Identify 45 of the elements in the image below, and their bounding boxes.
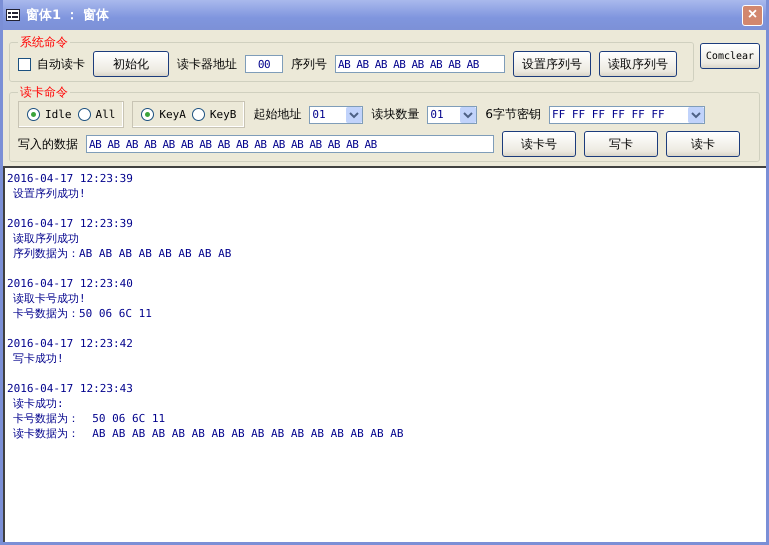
- log-timestamp: 2016-04-17 12:23:40: [7, 276, 134, 291]
- card-button[interactable]: 写卡: [584, 131, 658, 157]
- group-legend: 系统命令: [18, 34, 70, 51]
- log-message: 设置序列成功!: [12, 186, 87, 201]
- card-button[interactable]: 读卡: [666, 131, 740, 157]
- address-label: 读卡器地址: [177, 56, 237, 72]
- key-label: 6字节密钥: [485, 106, 542, 123]
- log-message: 序列数据为：AB AB AB AB AB AB AB AB: [12, 246, 232, 261]
- log-message: 读取卡号成功!: [12, 291, 87, 306]
- address-field[interactable]: 00: [245, 55, 283, 73]
- start-address-label: 起始地址: [253, 106, 302, 123]
- comclear-button[interactable]: Comclear: [700, 43, 760, 69]
- serial-field[interactable]: AB AB AB AB AB AB AB AB: [335, 55, 505, 73]
- auto-read-checkbox[interactable]: 自动读卡: [18, 56, 85, 72]
- chevron-down-icon[interactable]: [346, 106, 362, 122]
- chevron-down-icon[interactable]: [688, 106, 704, 122]
- log-timestamp: 2016-04-17 12:23:43: [7, 381, 134, 396]
- key-dropdown[interactable]: FF FF FF FF FF FF: [549, 106, 706, 124]
- write-data-field[interactable]: AB AB AB AB AB AB AB AB AB AB AB AB AB AB AB AB: [86, 135, 494, 153]
- log-message: 读卡成功:: [12, 396, 65, 411]
- log-message: 卡号数据为： 50 06 6C 11: [12, 411, 166, 426]
- card-button[interactable]: 读卡号: [502, 131, 576, 157]
- serial-button[interactable]: 设置序列号: [513, 51, 591, 77]
- key-radio[interactable]: KeyA: [141, 108, 186, 121]
- mode-radio[interactable]: All: [78, 108, 116, 121]
- form-icon: [6, 9, 20, 21]
- serial-button[interactable]: 读取序列号: [599, 51, 677, 77]
- serial-label: 序列号: [291, 56, 327, 72]
- log-message: 读取序列成功: [12, 231, 80, 246]
- log-timestamp: 2016-04-17 12:23:42: [7, 336, 134, 351]
- block-count-dropdown[interactable]: 01: [427, 106, 478, 124]
- init-button[interactable]: 初始化: [93, 51, 169, 77]
- key-radio[interactable]: KeyB: [192, 108, 236, 121]
- log-message: 写卡成功!: [12, 351, 65, 366]
- log-timestamp: 2016-04-17 12:23:39: [7, 216, 134, 231]
- chevron-down-icon[interactable]: [460, 106, 476, 122]
- log-message: 卡号数据为：50 06 6C 11: [12, 306, 153, 321]
- block-count-label: 读块数量: [371, 106, 420, 123]
- group-legend: 读卡命令: [18, 84, 70, 101]
- write-data-label: 写入的数据: [18, 136, 78, 152]
- log-timestamp: 2016-04-17 12:23:39: [7, 171, 134, 186]
- log-message: 读卡数据为： AB AB AB AB AB AB AB AB AB AB AB AB AB AB AB AB: [12, 426, 405, 441]
- mode-radio[interactable]: Idle: [27, 108, 72, 121]
- window-title: 窗体1 ： 窗体: [26, 6, 110, 24]
- start-address-dropdown[interactable]: 01: [309, 106, 364, 124]
